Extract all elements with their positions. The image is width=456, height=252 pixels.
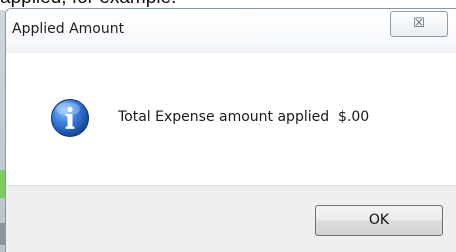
message-area: Total Expense amount applied $.00 [6, 53, 456, 185]
close-icon: ☒ [413, 16, 425, 31]
dialog-titlebar[interactable]: Applied Amount ☒ [6, 9, 456, 53]
close-button[interactable]: ☒ [390, 11, 448, 37]
message-text: Total Expense amount applied $.00 [118, 109, 370, 125]
info-icon [51, 99, 89, 137]
applied-amount-dialog: Applied Amount ☒ Total Expense amount ap… [5, 8, 456, 252]
ok-button[interactable]: OK [315, 205, 443, 236]
dialog-title: Applied Amount [12, 21, 125, 37]
screen: applied, for example: Applied Amount ☒ [0, 0, 456, 252]
button-bar: OK [6, 185, 456, 252]
